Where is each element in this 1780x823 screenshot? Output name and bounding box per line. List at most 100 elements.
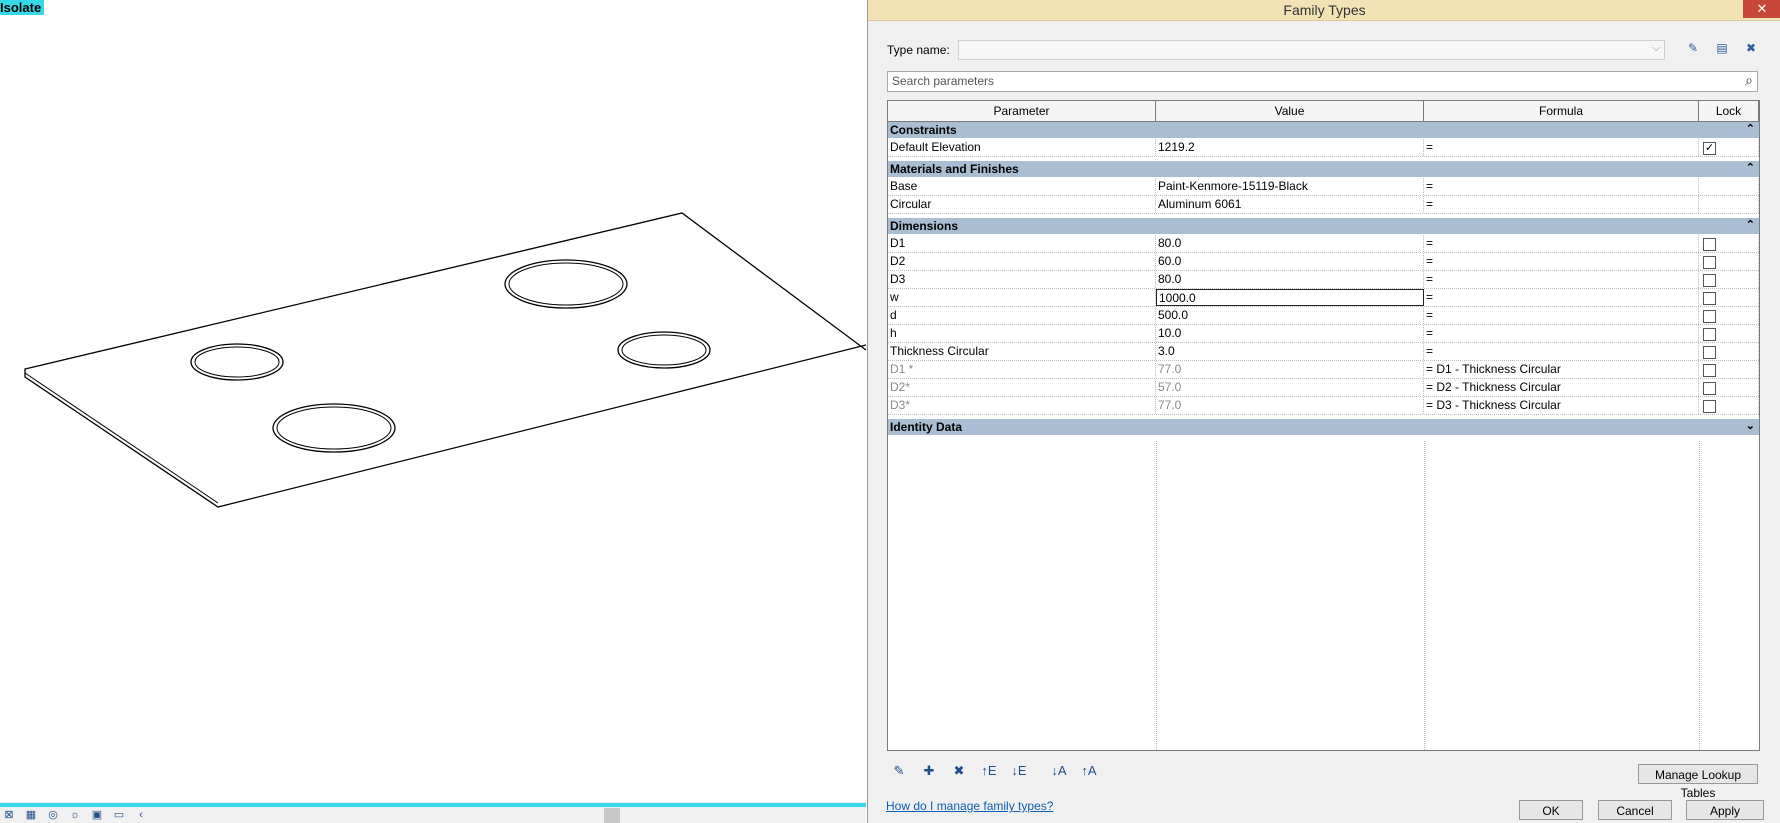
col-header-formula[interactable]: Formula — [1424, 101, 1699, 121]
parameter-name[interactable]: d — [888, 307, 1156, 324]
parameter-value[interactable]: 1219.2 — [1156, 139, 1424, 156]
parameter-row[interactable]: w 1000.0 = — [888, 289, 1759, 307]
parameter-formula[interactable]: = — [1424, 139, 1699, 156]
lock-checkbox[interactable] — [1703, 238, 1716, 251]
parameter-value[interactable]: 80.0 — [1156, 271, 1424, 288]
parameter-name[interactable]: D2 — [888, 253, 1156, 270]
parameter-formula[interactable]: = D3 - Thickness Circular — [1424, 397, 1699, 414]
delete-parameter-icon[interactable]: ✖ — [949, 762, 969, 780]
type-name-dropdown[interactable]: ⌵ — [958, 40, 1665, 60]
parameter-row[interactable]: D2 60.0 = — [888, 253, 1759, 271]
collapse-toggle-icon[interactable]: ⌃ — [1746, 122, 1755, 135]
parameter-row[interactable]: D3 80.0 = — [888, 271, 1759, 289]
visual-style-icon[interactable]: ◎ — [44, 808, 62, 821]
horizontal-scrollbar-thumb[interactable] — [604, 808, 620, 823]
group-header[interactable]: Materials and Finishes ⌃ — [888, 161, 1759, 178]
dialog-titlebar[interactable]: Family Types ✕ — [868, 0, 1780, 21]
shadows-icon[interactable]: ▣ — [88, 808, 106, 821]
ok-button[interactable]: OK — [1519, 800, 1583, 820]
parameter-value[interactable]: 500.0 — [1156, 307, 1424, 324]
parameter-formula[interactable]: = — [1424, 235, 1699, 252]
parameter-row[interactable]: D3* 77.0 = D3 - Thickness Circular — [888, 397, 1759, 415]
group-header[interactable]: Dimensions ⌃ — [888, 218, 1759, 235]
parameter-formula[interactable]: = D2 - Thickness Circular — [1424, 379, 1699, 396]
search-icon[interactable]: ⌕ — [1745, 72, 1753, 89]
parameter-name[interactable]: D1 — [888, 235, 1156, 252]
crop-view-icon[interactable]: ▭ — [110, 808, 128, 821]
parameter-name[interactable]: w — [888, 289, 1156, 306]
parameter-value[interactable]: 80.0 — [1156, 235, 1424, 252]
lock-checkbox[interactable] — [1703, 274, 1716, 287]
sort-ascending-icon[interactable]: ↓A — [1049, 762, 1069, 780]
group-header[interactable]: Constraints ⌃ — [888, 122, 1759, 139]
collapse-toggle-icon[interactable]: ⌃ — [1746, 218, 1755, 231]
parameter-value[interactable]: 10.0 — [1156, 325, 1424, 342]
parameter-row[interactable]: d 500.0 = — [888, 307, 1759, 325]
parameter-value[interactable]: 57.0 — [1156, 379, 1424, 396]
lock-checkbox[interactable]: ✓ — [1703, 142, 1716, 155]
model-viewport[interactable]: Isolate ⊠ ▦ ◎ ☼ ▣ ▭ ‹ — [0, 0, 866, 823]
help-link[interactable]: How do I manage family types? — [886, 799, 1053, 813]
parameter-formula[interactable]: = — [1424, 343, 1699, 360]
parameter-formula[interactable]: = — [1424, 307, 1699, 324]
lock-checkbox[interactable] — [1703, 310, 1716, 323]
parameter-row[interactable]: D1 * 77.0 = D1 - Thickness Circular — [888, 361, 1759, 379]
lock-checkbox[interactable] — [1703, 328, 1716, 341]
lock-checkbox[interactable] — [1703, 382, 1716, 395]
parameter-value[interactable]: 3.0 — [1156, 343, 1424, 360]
parameter-value[interactable]: Aluminum 6061 — [1156, 196, 1424, 213]
parameter-name[interactable]: Circular — [888, 196, 1156, 213]
apply-button[interactable]: Apply — [1686, 800, 1764, 820]
lock-checkbox[interactable] — [1703, 346, 1716, 359]
parameter-row[interactable]: Base Paint-Kenmore-15119-Black = — [888, 178, 1759, 196]
rename-type-icon[interactable]: ▤ — [1713, 39, 1731, 57]
edit-parameter-icon[interactable]: ✎ — [889, 762, 909, 780]
collapse-toggle-icon[interactable]: ⌄ — [1746, 419, 1755, 432]
parameter-formula[interactable]: = — [1424, 325, 1699, 342]
parameter-name[interactable]: Thickness Circular — [888, 343, 1156, 360]
scroll-left-icon[interactable]: ‹ — [132, 808, 150, 821]
col-header-lock[interactable]: Lock — [1699, 101, 1759, 121]
parameter-name[interactable]: Default Elevation — [888, 139, 1156, 156]
search-input[interactable] — [888, 72, 1716, 89]
parameter-name[interactable]: h — [888, 325, 1156, 342]
parameter-row[interactable]: D2* 57.0 = D2 - Thickness Circular — [888, 379, 1759, 397]
close-button[interactable]: ✕ — [1743, 0, 1780, 18]
cancel-button[interactable]: Cancel — [1598, 800, 1672, 820]
sort-descending-icon[interactable]: ↑A — [1079, 762, 1099, 780]
parameter-row[interactable]: Thickness Circular 3.0 = — [888, 343, 1759, 361]
parameter-name[interactable]: Base — [888, 178, 1156, 195]
sun-path-icon[interactable]: ☼ — [66, 808, 84, 821]
scale-icon[interactable]: ⊠ — [0, 808, 18, 821]
new-type-icon[interactable]: ✎ — [1684, 39, 1702, 57]
collapse-toggle-icon[interactable]: ⌃ — [1746, 161, 1755, 174]
parameter-name[interactable]: D3 — [888, 271, 1156, 288]
parameter-row[interactable]: D1 80.0 = — [888, 235, 1759, 253]
parameter-value[interactable]: 60.0 — [1156, 253, 1424, 270]
parameter-value[interactable]: 1000.0 — [1156, 289, 1424, 306]
col-header-value[interactable]: Value — [1156, 101, 1424, 121]
parameter-formula[interactable]: = — [1424, 178, 1699, 195]
parameter-row[interactable]: Default Elevation 1219.2 = ✓ — [888, 139, 1759, 157]
manage-lookup-tables-button[interactable]: Manage Lookup Tables — [1638, 764, 1758, 800]
parameter-row[interactable]: h 10.0 = — [888, 325, 1759, 343]
detail-level-icon[interactable]: ▦ — [22, 808, 40, 821]
parameter-formula[interactable]: = — [1424, 253, 1699, 270]
parameter-row[interactable]: Circular Aluminum 6061 = — [888, 196, 1759, 214]
parameter-formula[interactable]: = — [1424, 196, 1699, 213]
move-up-icon[interactable]: ↑E — [979, 762, 999, 780]
parameter-name[interactable]: D2* — [888, 379, 1156, 396]
lock-checkbox[interactable] — [1703, 364, 1716, 377]
lock-checkbox[interactable] — [1703, 400, 1716, 413]
parameter-formula[interactable]: = — [1424, 271, 1699, 288]
move-down-icon[interactable]: ↓E — [1009, 762, 1029, 780]
parameter-formula[interactable]: = D1 - Thickness Circular — [1424, 361, 1699, 378]
parameter-value[interactable]: 77.0 — [1156, 397, 1424, 414]
parameter-value[interactable]: 77.0 — [1156, 361, 1424, 378]
delete-type-icon[interactable]: ✖ — [1742, 39, 1760, 57]
lock-checkbox[interactable] — [1703, 256, 1716, 269]
new-parameter-icon[interactable]: ✚ — [919, 762, 939, 780]
parameter-value[interactable]: Paint-Kenmore-15119-Black — [1156, 178, 1424, 195]
parameter-formula[interactable]: = — [1424, 289, 1699, 306]
parameter-name[interactable]: D1 * — [888, 361, 1156, 378]
